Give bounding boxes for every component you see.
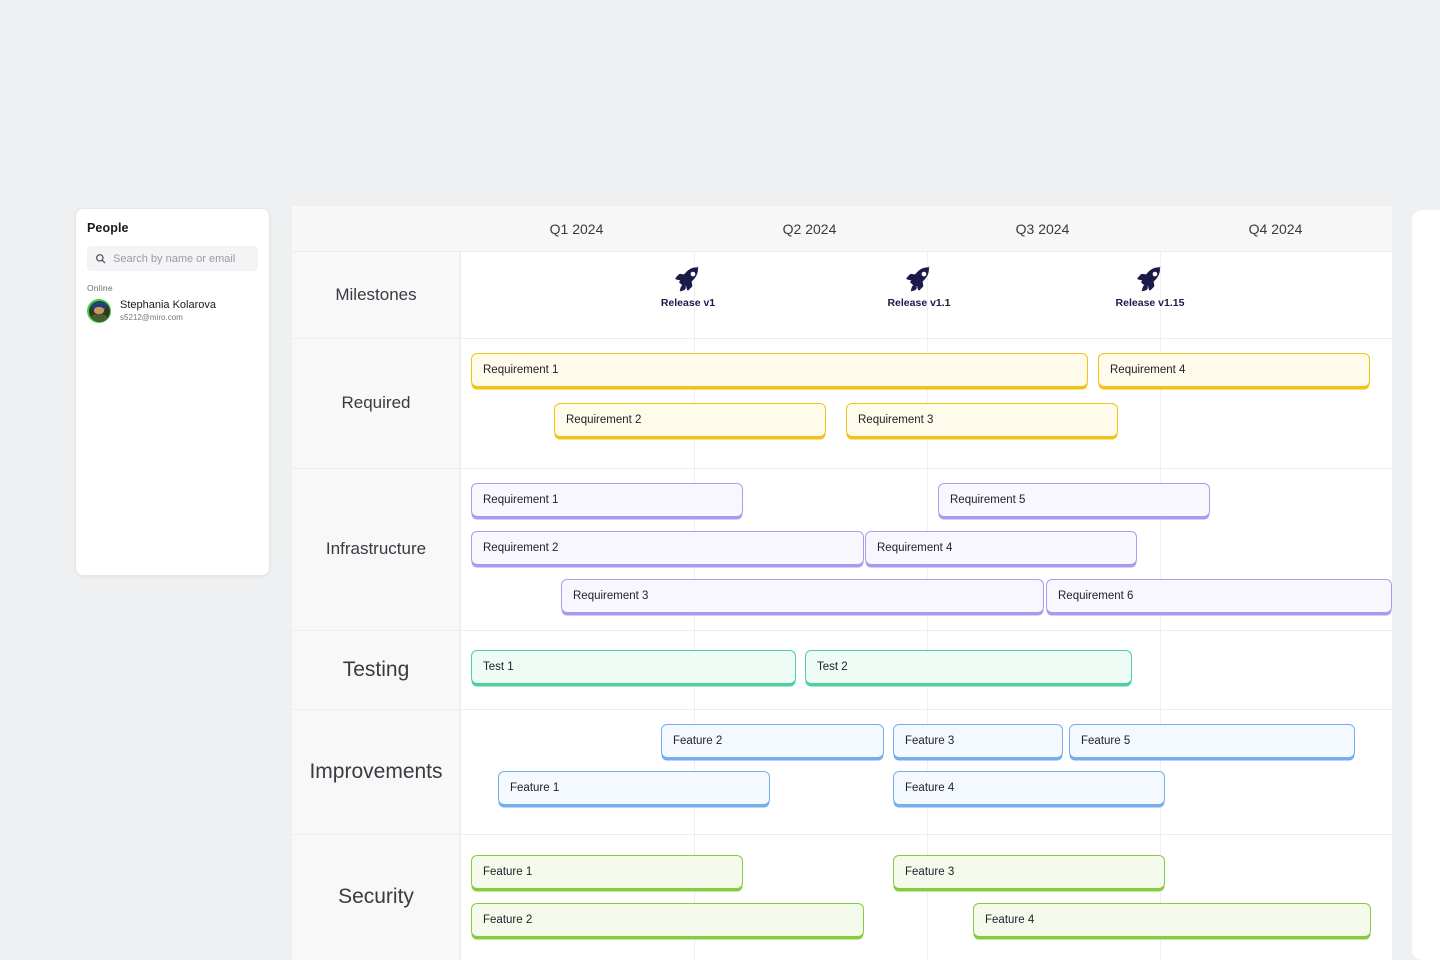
column-divider xyxy=(460,252,461,960)
person-email: s5212@miro.com xyxy=(120,313,183,322)
task-bar[interactable]: Requirement 1 xyxy=(471,483,743,517)
milestone-label: Release v1.1 xyxy=(887,297,951,309)
people-panel: People Search by name or email Online St… xyxy=(75,208,270,576)
people-panel-title: People xyxy=(87,221,129,235)
task-bar[interactable]: Requirement 1 xyxy=(471,353,1088,387)
task-bar[interactable]: Requirement 2 xyxy=(554,403,826,437)
online-section-label: Online xyxy=(87,283,113,293)
task-bar[interactable]: Feature 1 xyxy=(471,855,743,889)
right-side-panel xyxy=(1412,210,1440,960)
milestone-release-v1-15[interactable]: Release v1.15 xyxy=(1095,264,1205,309)
row-label-milestones: Milestones xyxy=(335,285,417,304)
milestone-release-v1-1[interactable]: Release v1.1 xyxy=(864,264,974,309)
task-bar[interactable]: Feature 3 xyxy=(893,724,1063,758)
row-label-required: Required xyxy=(341,393,411,412)
column-header-q4: Q4 2024 xyxy=(1248,221,1303,237)
task-bar[interactable]: Test 1 xyxy=(471,650,796,684)
search-input[interactable]: Search by name or email xyxy=(87,246,258,271)
column-header-q3: Q3 2024 xyxy=(1015,221,1070,237)
rocket-icon xyxy=(906,265,930,292)
task-bar[interactable]: Requirement 2 xyxy=(471,531,864,565)
task-bar[interactable]: Test 2 xyxy=(805,650,1132,684)
task-bar[interactable]: Requirement 3 xyxy=(846,403,1118,437)
task-bar[interactable]: Requirement 5 xyxy=(938,483,1210,517)
task-bar[interactable]: Feature 1 xyxy=(498,771,770,805)
milestone-release-v1[interactable]: Release v1 xyxy=(633,264,743,309)
row-label-infrastructure: Infrastructure xyxy=(325,539,427,558)
task-bar[interactable]: Requirement 3 xyxy=(561,579,1044,613)
rocket-icon xyxy=(1137,265,1161,292)
task-bar[interactable]: Feature 5 xyxy=(1069,724,1355,758)
rocket-icon xyxy=(675,265,699,292)
task-bar[interactable]: Requirement 4 xyxy=(865,531,1137,565)
row-label-improvements: Improvements xyxy=(309,759,443,783)
milestone-label: Release v1 xyxy=(660,297,716,309)
list-item[interactable]: Stephania Kolarova s5212@miro.com xyxy=(87,299,258,323)
column-header-q1: Q1 2024 xyxy=(549,221,604,237)
task-bar[interactable]: Feature 4 xyxy=(893,771,1165,805)
row-label-security: Security xyxy=(338,884,414,908)
milestone-label: Release v1.15 xyxy=(1115,297,1185,309)
task-bar[interactable]: Feature 2 xyxy=(471,903,864,937)
task-bar[interactable]: Feature 2 xyxy=(661,724,884,758)
person-name: Stephania Kolarova xyxy=(120,299,217,311)
timeline-canvas: Q1 2024 Q2 2024 Q3 2024 Q4 2024 Mileston… xyxy=(292,206,1392,960)
task-bar[interactable]: Requirement 6 xyxy=(1046,579,1392,613)
app-root: People Search by name or email Online St… xyxy=(0,0,1440,960)
task-bar[interactable]: Requirement 4 xyxy=(1098,353,1370,387)
column-header-q2: Q2 2024 xyxy=(782,221,837,237)
task-bar[interactable]: Feature 4 xyxy=(973,903,1371,937)
avatar xyxy=(87,299,111,323)
search-placeholder-text: Search by name or email xyxy=(113,252,236,265)
row-label-testing: Testing xyxy=(342,657,410,681)
search-icon xyxy=(96,254,106,264)
task-bar[interactable]: Feature 3 xyxy=(893,855,1165,889)
